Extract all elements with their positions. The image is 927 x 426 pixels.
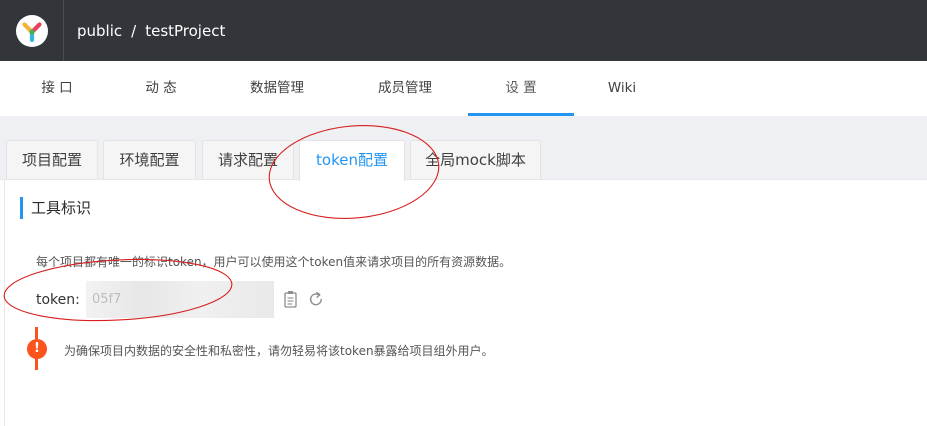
nav-item-data-management[interactable]: 数据管理 [236,61,318,116]
yapi-logo-icon[interactable] [15,14,48,47]
app-root: public / testProject 接 口 动 态 数据管理 成员管理 设… [0,0,927,426]
token-config-panel: 工具标识 每个项目都有唯一的标识token，用户可以使用这个token值来请求项… [0,179,927,426]
project-nav: 接 口 动 态 数据管理 成员管理 设 置 Wiki [0,61,927,116]
section-title: 工具标识 [31,199,92,217]
app-header: public / testProject [0,0,927,61]
section-title-marker [20,197,23,219]
nav-item-interface[interactable]: 接 口 [16,61,98,116]
tab-environment-config[interactable]: 环境配置 [103,140,196,180]
token-description: 每个项目都有唯一的标识token，用户可以使用这个token值来请求项目的所有资… [36,255,512,269]
nav-item-wiki[interactable]: Wiki [596,61,648,116]
tab-request-config[interactable]: 请求配置 [202,140,294,180]
nav-item-member-management[interactable]: 成员管理 [364,61,446,116]
warning-icon: ! [27,339,47,359]
breadcrumb: public / testProject [77,22,225,40]
nav-item-settings[interactable]: 设 置 [479,61,563,116]
refresh-icon[interactable] [308,290,324,308]
token-label: token: [36,292,80,308]
tab-token-config[interactable]: token配置 [299,140,405,181]
breadcrumb-project[interactable]: testProject [145,22,225,40]
breadcrumb-separator: / [131,21,137,40]
warning-text: 为确保项目内数据的安全性和私密性，请勿轻易将该token暴露给项目组外用户。 [64,344,494,358]
token-value-text: 05f7 [92,292,122,307]
tab-project-config[interactable]: 项目配置 [6,140,98,180]
nav-item-activity[interactable]: 动 态 [120,61,202,116]
tab-global-mock-script[interactable]: 全局mock脚本 [410,140,541,180]
logo-container[interactable] [0,0,64,61]
breadcrumb-group[interactable]: public [77,22,122,40]
panel-left-border [4,180,5,426]
copy-icon[interactable] [284,290,298,308]
